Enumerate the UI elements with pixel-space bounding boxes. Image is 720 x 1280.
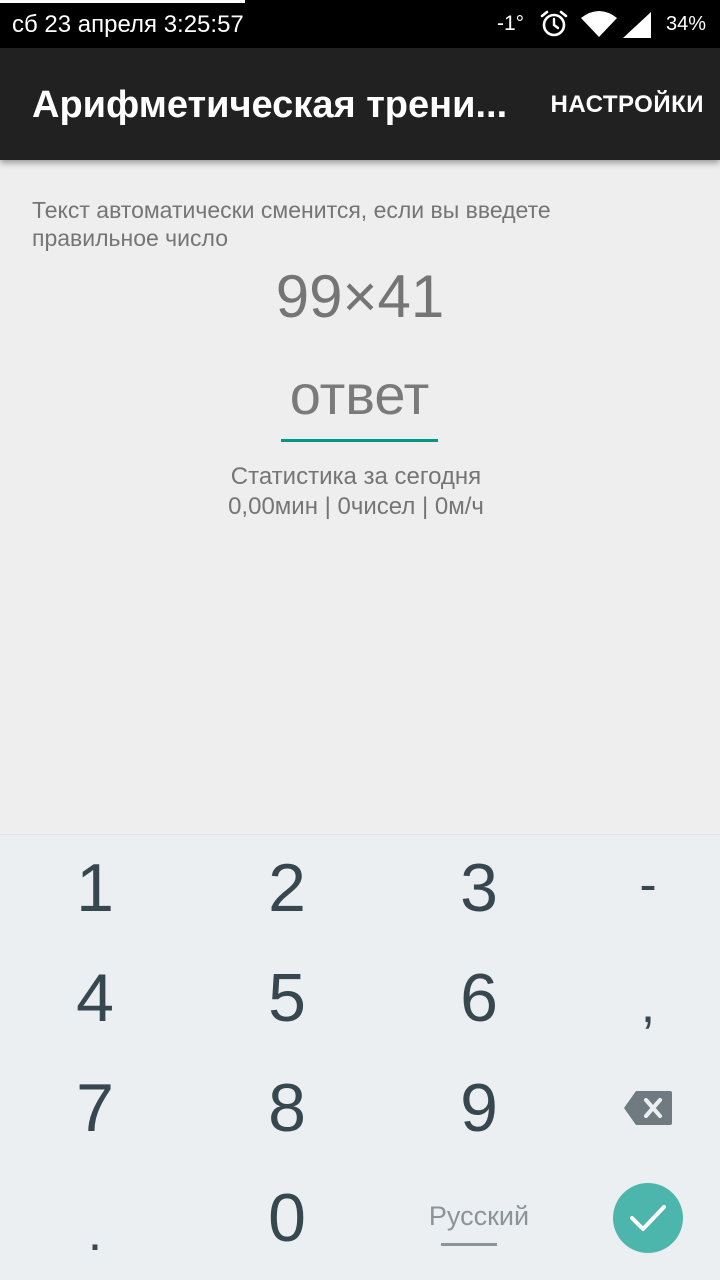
key-8[interactable]: 8 [197,1053,377,1163]
wifi-icon [581,11,617,37]
settings-button[interactable]: НАСТРОЙКИ [551,91,704,119]
status-datetime: сб 23 апреля 3:25:57 [12,11,244,38]
language-underline [441,1243,497,1246]
stats-block: Статистика за сегодня 0,00мин | 0чисел |… [0,462,712,522]
key-7[interactable]: 7 [5,1053,185,1163]
key-comma[interactable]: , [558,950,720,1060]
alarm-icon [540,10,568,37]
key-0[interactable]: 0 [197,1163,377,1273]
problem-text: 99×41 [275,263,445,330]
key-6[interactable]: 6 [389,943,569,1053]
language-switch-key[interactable]: Русский [389,1163,569,1273]
stats-values: 0,00мин | 0чисел | 0м/ч [228,493,484,520]
app-bar: Арифметическая трени... НАСТРОЙКИ [0,48,720,160]
key-period[interactable]: . [5,1178,185,1280]
key-2[interactable]: 2 [197,833,377,943]
language-label: Русский [428,1200,530,1231]
enter-button[interactable] [613,1183,683,1253]
checkmark-icon [630,1205,666,1231]
key-3[interactable]: 3 [389,833,569,943]
key-minus[interactable]: - [558,830,720,940]
status-bar: сб 23 апреля 3:25:57 -1° 34% [0,0,720,48]
backspace-icon [624,1091,672,1125]
answer-input[interactable]: ответ [281,362,438,442]
answer-placeholder: ответ [289,363,430,426]
hint-text: Текст автоматически сменится, если вы вв… [32,197,551,251]
status-battery: 34% [666,13,707,35]
stats-title: Статистика за сегодня [230,463,482,490]
app-title: Арифметическая трени... [32,84,508,126]
key-4[interactable]: 4 [5,943,185,1053]
status-progress-line [0,0,245,3]
status-temperature: -1° [497,12,525,35]
key-5[interactable]: 5 [197,943,377,1053]
key-9[interactable]: 9 [389,1053,569,1163]
signal-icon [623,12,651,38]
key-1[interactable]: 1 [5,833,185,943]
screen: сб 23 апреля 3:25:57 -1° 34% Арифметичес… [0,0,720,1280]
key-backspace[interactable] [558,1053,720,1163]
